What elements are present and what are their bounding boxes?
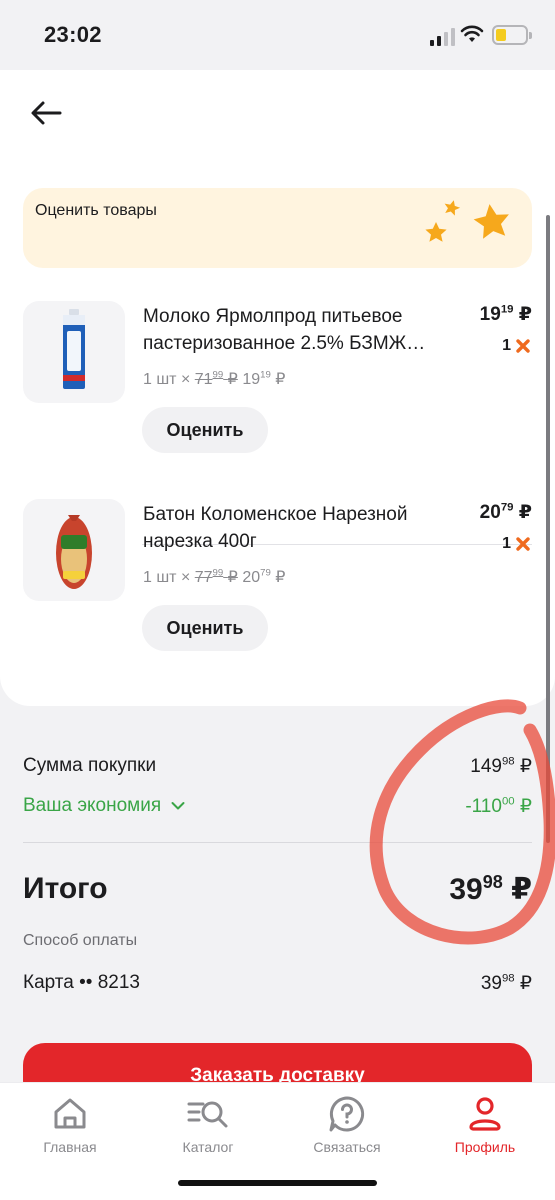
payment-card-label: Карта •• 8213 <box>23 972 140 993</box>
product-quantity-price: 1 шт × 7199 ₽ 1919 ₽ <box>143 369 286 388</box>
purchase-sum-value: 14998 ₽ <box>470 755 532 777</box>
rate-item-button[interactable]: Оценить <box>142 407 268 453</box>
wifi-icon <box>460 25 484 42</box>
product-count: 1 <box>502 535 530 553</box>
payment-method-label: Способ оплаты <box>23 932 138 949</box>
rate-products-banner[interactable]: Оценить товары <box>23 188 532 268</box>
home-icon <box>54 1098 86 1129</box>
economy-toggle[interactable]: Ваша экономия <box>23 795 185 817</box>
annotation-circle <box>369 699 555 945</box>
status-bar: 23:02 <box>0 0 555 70</box>
purchase-sum-label: Сумма покупки <box>23 755 157 776</box>
product-name: Батон Коломенское Нарезной нарезка 400г <box>143 504 408 552</box>
discount-cross-icon <box>516 537 530 551</box>
tab-label: Каталог <box>182 1139 234 1155</box>
product-image-bread <box>23 499 125 601</box>
summary-divider <box>23 842 532 843</box>
product-name: Молоко Ярмолпрод питьевое пастеризованно… <box>143 306 426 354</box>
cellular-signal-icon <box>430 28 455 46</box>
tab-profile[interactable]: Профиль <box>425 1095 545 1155</box>
product-price: 2079 ₽ <box>479 501 532 523</box>
economy-value: -11000 ₽ <box>465 795 532 817</box>
scrollbar[interactable] <box>546 215 550 843</box>
product-price: 1919 ₽ <box>479 303 532 325</box>
chevron-down-icon <box>171 802 185 810</box>
tab-label: Главная <box>43 1139 97 1155</box>
status-time: 23:02 <box>44 22 102 47</box>
stars-icon <box>425 200 509 242</box>
help-chat-icon <box>329 1096 365 1132</box>
payment-card-amount: 3998 ₽ <box>480 972 532 994</box>
economy-label: Ваша экономия <box>23 795 162 816</box>
product-count: 1 <box>502 337 530 355</box>
product-image-milk <box>23 301 125 403</box>
tab-label: Профиль <box>454 1139 516 1155</box>
product-quantity-price: 1 шт × 7799 ₽ 2079 ₽ <box>143 567 286 586</box>
home-indicator <box>178 1180 377 1186</box>
catalog-search-icon <box>187 1101 228 1128</box>
tab-home[interactable]: Главная <box>10 1095 130 1155</box>
rate-products-label: Оценить товары <box>35 202 157 219</box>
profile-icon <box>469 1097 501 1131</box>
rate-item-button[interactable]: Оценить <box>142 605 268 651</box>
battery-icon <box>492 25 532 45</box>
order-card: Оценить товары Молоко Ярмолпрод питьевое… <box>0 70 555 706</box>
discount-cross-icon <box>516 339 530 353</box>
tab-catalog[interactable]: Каталог <box>148 1095 268 1155</box>
tab-label: Связаться <box>313 1139 381 1155</box>
tab-contact[interactable]: Связаться <box>287 1095 407 1155</box>
back-arrow-icon[interactable] <box>30 100 62 126</box>
total-label: Итого <box>23 872 108 905</box>
total-value: 3998 ₽ <box>449 872 532 906</box>
